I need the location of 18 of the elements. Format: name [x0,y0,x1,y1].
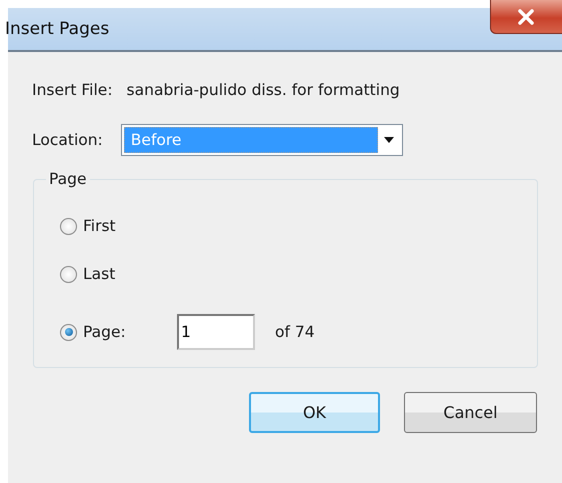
radio-button[interactable] [60,324,77,340]
close-button[interactable] [490,0,562,34]
page-number-field[interactable]: 1 [177,314,255,350]
window-title: Insert Pages [5,19,110,39]
cancel-button[interactable]: Cancel [404,392,537,433]
insert-file-value: sanabria-pulido diss. for formatting [126,81,400,99]
close-icon [517,8,535,24]
radio-button[interactable] [60,218,77,234]
radio-button[interactable] [60,266,77,282]
radio-label: Page: [83,323,127,341]
radio-label: First [83,217,117,235]
group-title: Page [48,170,88,188]
dropdown-arrow-icon [384,137,394,143]
insert-file-label: Insert File: [32,81,113,99]
location-label: Location: [32,131,103,149]
page-count-label: of 74 [275,323,315,341]
radio-label: Last [83,265,116,283]
ok-button[interactable]: OK [249,392,380,433]
